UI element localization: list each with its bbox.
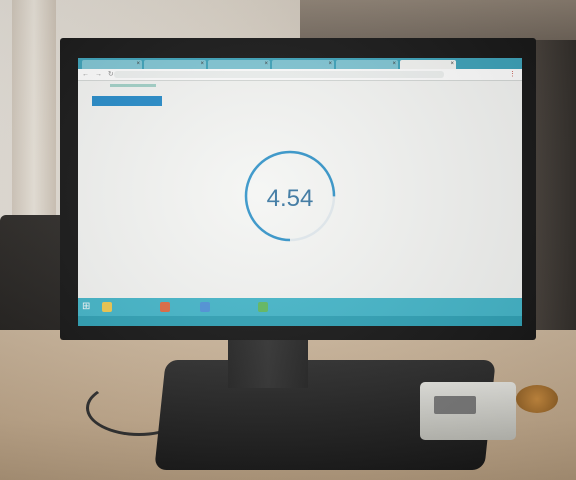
- close-icon[interactable]: ×: [328, 60, 332, 69]
- folder-icon[interactable]: [102, 302, 112, 312]
- browser-tab[interactable]: ×: [82, 60, 142, 69]
- browser-tab[interactable]: ×: [144, 60, 206, 69]
- close-icon[interactable]: ×: [450, 60, 454, 69]
- speed-gauge: 4.54: [240, 146, 340, 246]
- screen-bottom-strip: [78, 316, 522, 326]
- app-icon[interactable]: [160, 302, 170, 312]
- windows-start-icon[interactable]: ⊞: [82, 301, 90, 313]
- cup: [516, 385, 558, 413]
- page-breadcrumb[interactable]: [110, 84, 156, 87]
- browser-tab[interactable]: ×: [272, 60, 334, 69]
- close-icon[interactable]: ×: [392, 60, 396, 69]
- close-icon[interactable]: ×: [200, 60, 204, 69]
- gauge-value: 4.54: [266, 185, 314, 212]
- close-icon[interactable]: ×: [264, 60, 268, 69]
- app-icon[interactable]: [200, 302, 210, 312]
- network-device: [420, 382, 516, 440]
- url-field[interactable]: [114, 71, 444, 78]
- browser-tab[interactable]: ×: [208, 60, 270, 69]
- taskbar: ⊞: [78, 298, 522, 316]
- browser-tab-bar: × × × × × ×: [78, 58, 522, 69]
- close-icon[interactable]: ×: [136, 60, 140, 69]
- browser-icon[interactable]: [258, 302, 268, 312]
- address-bar: ← → ↻ ⋮: [78, 69, 522, 81]
- browser-tab[interactable]: ×: [336, 60, 398, 69]
- primary-button[interactable]: [92, 96, 162, 106]
- monitor-screen: × × × × × × ← → ↻ ⋮ 4.54 ⊞: [78, 58, 522, 326]
- navigation-arrows-icon[interactable]: ← → ↻: [82, 70, 116, 79]
- menu-icon[interactable]: ⋮: [509, 70, 516, 79]
- device-ports: [434, 396, 476, 414]
- browser-tab-active[interactable]: ×: [400, 60, 456, 69]
